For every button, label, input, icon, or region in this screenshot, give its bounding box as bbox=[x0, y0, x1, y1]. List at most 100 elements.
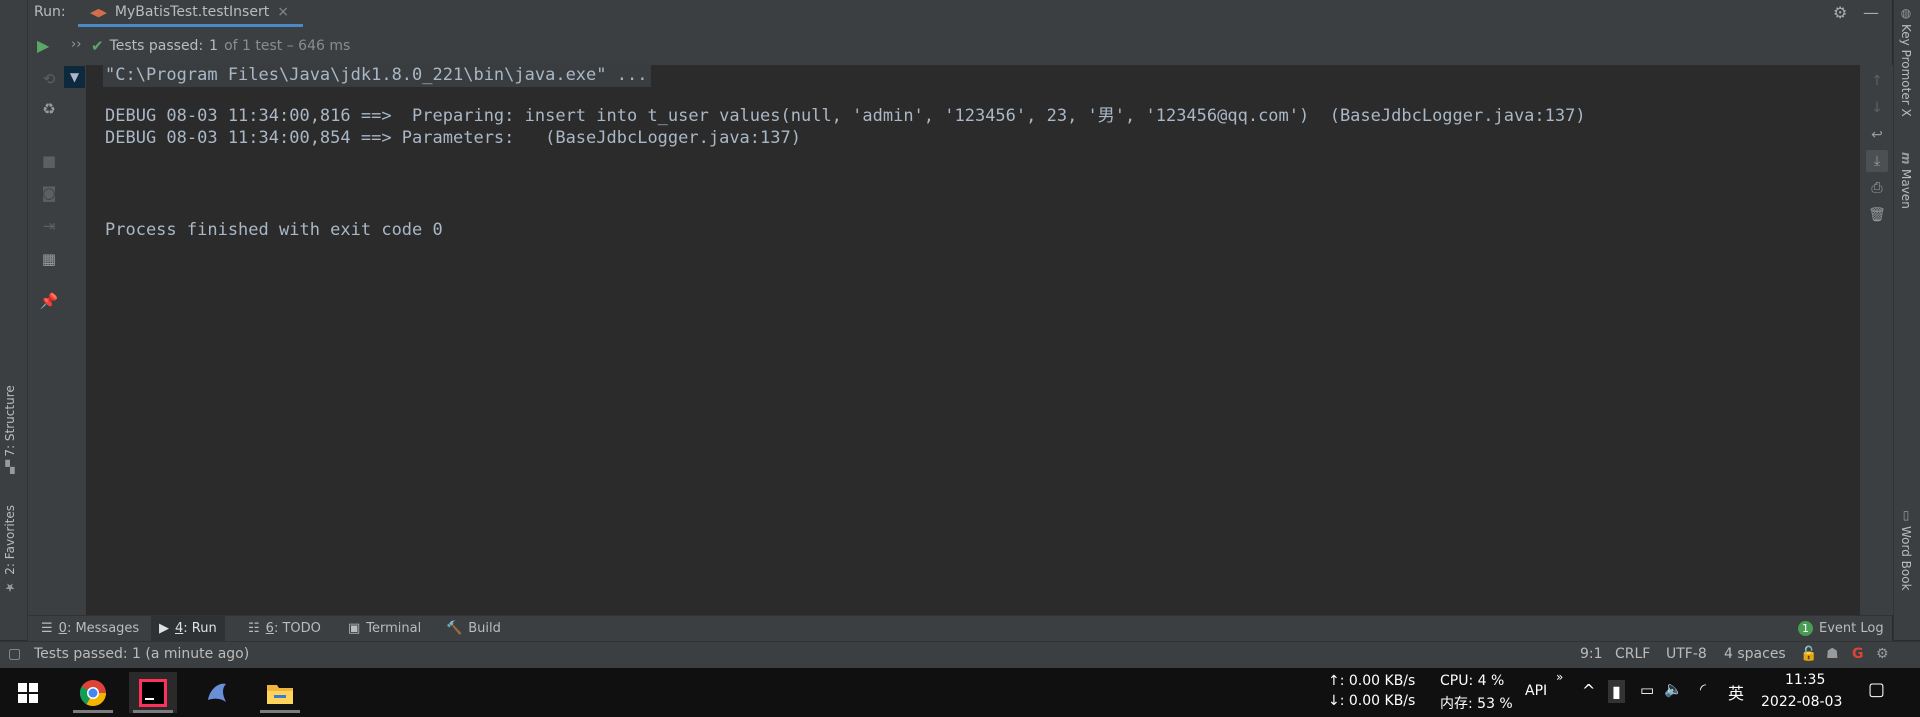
todo-tab-number: 6 bbox=[265, 621, 274, 636]
console-action-toolbar: ↑ ↓ ↩ ⤓ ⎙ 🗑 bbox=[1860, 65, 1893, 615]
test-status-bar: ▶ ›› ✔ Tests passed: 1 of 1 test – 646 m… bbox=[28, 27, 1892, 65]
tests-passed-prefix: Tests passed: bbox=[109, 38, 204, 54]
tool-tab-todo[interactable]: ☷ 6: TODO bbox=[240, 616, 329, 641]
test-result-summary: ✔ Tests passed: 1 of 1 test – 646 ms bbox=[91, 37, 350, 55]
minimize-icon[interactable]: — bbox=[1863, 3, 1879, 22]
dolphin-app-icon[interactable] bbox=[193, 672, 241, 713]
console-output[interactable]: "C:\Program Files\Java\jdk1.8.0_221\bin\… bbox=[86, 63, 1860, 615]
structure-tool-tab[interactable]: ▚ 7: Structure bbox=[3, 385, 17, 474]
tool-tab-run[interactable]: ▶ 4: Run bbox=[151, 616, 225, 641]
maven-tool-tab[interactable]: m Maven bbox=[1899, 152, 1913, 208]
console-line: DEBUG 08-03 11:34:00,854 ==> Parameters:… bbox=[105, 128, 801, 148]
event-log-count-badge: 1 bbox=[1798, 621, 1813, 636]
windows-start-icon[interactable] bbox=[4, 672, 52, 713]
file-explorer-icon[interactable] bbox=[256, 672, 304, 713]
ide-status-bar: ▢ Tests passed: 1 (a minute ago) 9:1 CRL… bbox=[0, 641, 1920, 669]
todo-icon: ☷ bbox=[248, 621, 260, 636]
battery-icon[interactable]: ▭ bbox=[1640, 681, 1654, 699]
pin-icon[interactable]: 📌 bbox=[38, 290, 60, 312]
tests-passed-suffix: of 1 test – 646 ms bbox=[224, 38, 351, 54]
terminal-icon: ▣ bbox=[348, 621, 361, 636]
exit-icon[interactable]: ⇥ bbox=[38, 215, 60, 237]
key-promoter-label: Key Promoter X bbox=[1899, 24, 1913, 117]
tool-tab-terminal[interactable]: ▣ Terminal bbox=[340, 616, 429, 641]
rerun-play-icon[interactable]: ▶ bbox=[37, 36, 49, 55]
run-config-tab[interactable]: ◀▶ MyBatisTest.testInsert × bbox=[78, 0, 303, 27]
wifi-icon[interactable]: ◜ bbox=[1700, 680, 1706, 698]
hammer-icon: 🔨 bbox=[446, 621, 463, 636]
tool-tab-messages[interactable]: ☰ 0: Messages bbox=[33, 616, 147, 641]
layout-icon[interactable]: ▦ bbox=[38, 248, 60, 270]
stop-icon[interactable]: ■ bbox=[38, 150, 60, 172]
console-line: DEBUG 08-03 11:34:00,816 ==> Preparing: … bbox=[105, 106, 1586, 126]
maven-label: Maven bbox=[1899, 168, 1913, 209]
api-label[interactable]: API bbox=[1525, 683, 1547, 699]
net-upload-speed: ↑: 0.00 KB/s bbox=[1328, 673, 1416, 689]
event-log-tab[interactable]: 1 Event Log bbox=[1790, 616, 1892, 641]
left-tool-strip: ▚ 7: Structure ★ 2: Favorites bbox=[0, 0, 28, 640]
terminal-tab-label: Terminal bbox=[366, 621, 422, 636]
tool-tab-build[interactable]: 🔨 Build bbox=[438, 616, 509, 641]
print-icon[interactable]: ⎙ bbox=[1866, 177, 1888, 199]
chevron-right-icon[interactable]: » bbox=[1556, 670, 1563, 684]
right-tool-strip: ◍ Key Promoter X m Maven ▯ Word Book bbox=[1893, 0, 1920, 640]
intellij-icon[interactable] bbox=[129, 672, 177, 713]
file-encoding[interactable]: UTF-8 bbox=[1666, 646, 1707, 662]
lock-icon[interactable]: 🔓 bbox=[1800, 646, 1817, 662]
ime-indicator[interactable]: 英 bbox=[1728, 680, 1744, 704]
cursor-position[interactable]: 9:1 bbox=[1580, 646, 1603, 662]
chevron-up-icon[interactable]: ^ bbox=[1582, 681, 1595, 700]
chrome-icon[interactable] bbox=[69, 672, 117, 713]
close-icon[interactable]: × bbox=[277, 4, 289, 20]
run-config-title: MyBatisTest.testInsert bbox=[114, 4, 270, 20]
rerun-failed-icon[interactable]: ⟲ bbox=[38, 68, 60, 90]
run-icon: ▶ bbox=[159, 621, 169, 636]
run-action-toolbar: ⟲ ♻ ■ ◙ ⇥ ▦ 📌 bbox=[28, 65, 88, 615]
structure-icon: ▚ bbox=[5, 459, 15, 474]
arrow-down-icon[interactable]: ↓ bbox=[1866, 97, 1888, 119]
tool-windows-bar: ☰ 0: Messages ▶ 4: Run ☷ 6: TODO ▣ Termi… bbox=[28, 615, 1892, 641]
clock-time[interactable]: 11:35 bbox=[1785, 672, 1825, 688]
camera-icon[interactable]: ◙ bbox=[38, 182, 60, 204]
key-promoter-icon: ◍ bbox=[1899, 6, 1913, 20]
expand-more-icon[interactable]: ›› bbox=[71, 37, 81, 52]
chevron-down-icon[interactable]: ▼ bbox=[64, 66, 85, 88]
settings-icon[interactable]: ⚙ bbox=[1876, 646, 1889, 662]
console-command-line: "C:\Program Files\Java\jdk1.8.0_221\bin\… bbox=[103, 63, 652, 87]
build-tab-label: Build bbox=[468, 621, 501, 636]
run-tab-label: : Run bbox=[183, 621, 217, 636]
clock-date[interactable]: 2022-08-03 bbox=[1761, 694, 1842, 710]
bookmark-icon[interactable]: ▮ bbox=[1608, 680, 1625, 703]
favorites-tool-tab[interactable]: ★ 2: Favorites bbox=[3, 505, 17, 595]
tests-passed-count: 1 bbox=[209, 38, 219, 54]
arrow-up-icon[interactable]: ↑ bbox=[1866, 70, 1888, 92]
notification-icon[interactable]: ▢ bbox=[1868, 679, 1885, 700]
run-config-icon: ◀▶ bbox=[90, 5, 107, 19]
speaker-icon[interactable]: 🔈 bbox=[1664, 680, 1683, 698]
indent-setting[interactable]: 4 spaces bbox=[1724, 646, 1786, 662]
key-promoter-tool-tab[interactable]: ◍ Key Promoter X bbox=[1899, 6, 1913, 117]
favorites-tab-label: 2: Favorites bbox=[3, 505, 17, 575]
structure-tab-label: 7: Structure bbox=[3, 385, 17, 457]
trash-icon[interactable]: 🗑 bbox=[1866, 204, 1888, 226]
word-book-label: Word Book bbox=[1899, 526, 1913, 591]
soft-wrap-icon[interactable]: ↩ bbox=[1866, 124, 1888, 146]
memory-usage: 内存: 53 % bbox=[1440, 696, 1513, 712]
star-icon: ★ bbox=[3, 580, 17, 595]
maven-icon: m bbox=[1899, 152, 1913, 165]
line-separator[interactable]: CRLF bbox=[1615, 646, 1650, 662]
scroll-to-end-icon[interactable]: ⤓ bbox=[1866, 150, 1888, 172]
word-book-tool-tab[interactable]: ▯ Word Book bbox=[1899, 508, 1913, 591]
event-log-label: Event Log bbox=[1819, 621, 1884, 636]
messages-icon: ☰ bbox=[41, 621, 53, 636]
google-icon[interactable]: G bbox=[1852, 646, 1864, 662]
windows-taskbar: ↑: 0.00 KB/s ↓: 0.00 KB/s CPU: 4 % 内存: 5… bbox=[0, 668, 1920, 717]
inspector-icon[interactable]: ☗ bbox=[1826, 646, 1839, 662]
toggle-tool-buttons-icon[interactable]: ▢ bbox=[8, 646, 21, 662]
gear-icon[interactable]: ⚙ bbox=[1833, 3, 1847, 22]
toggle-auto-test-icon[interactable]: ♻ bbox=[38, 98, 60, 120]
messages-tab-label: : Messages bbox=[66, 621, 140, 636]
cpu-usage: CPU: 4 % bbox=[1440, 673, 1505, 689]
messages-tab-number: 0 bbox=[58, 621, 67, 636]
status-message[interactable]: Tests passed: 1 (a minute ago) bbox=[34, 646, 249, 662]
